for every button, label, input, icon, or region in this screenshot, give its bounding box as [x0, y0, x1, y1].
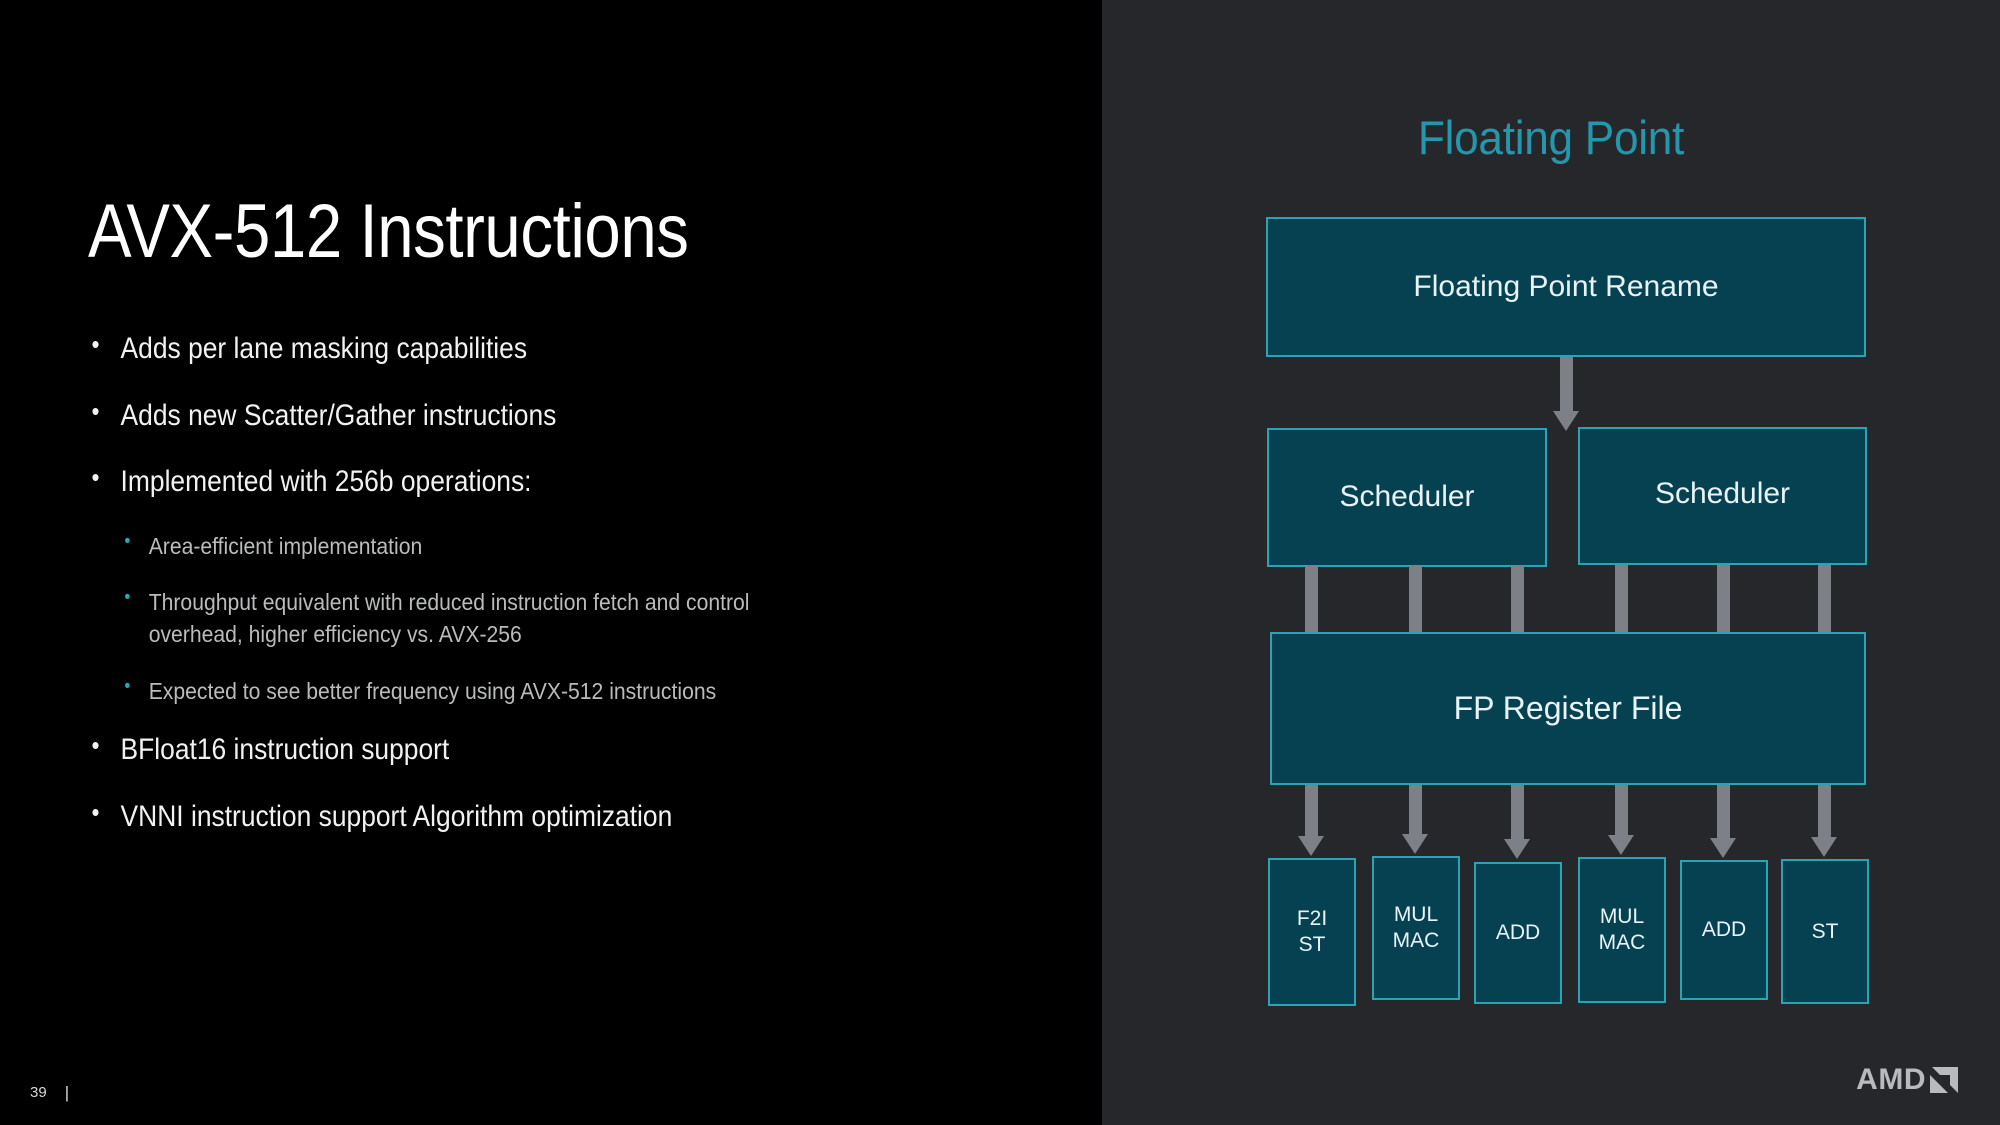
execution-unit-box: MUL MAC — [1372, 856, 1460, 1000]
scheduler-left-box: Scheduler — [1267, 428, 1547, 567]
execution-unit-box: F2I ST — [1268, 858, 1356, 1006]
execution-unit-label: ADD — [1496, 920, 1540, 946]
connector-regfile-to-eu — [1818, 785, 1831, 839]
scheduler-left-label: Scheduler — [1339, 480, 1475, 514]
arrowhead-regfile-to-eu — [1811, 837, 1837, 857]
left-content-panel: AVX-512 Instructions Adds per lane maski… — [0, 0, 1102, 1125]
amd-wordmark: AMD — [1856, 1063, 1926, 1096]
arrowhead-regfile-to-eu — [1710, 838, 1736, 858]
connector-regfile-to-eu — [1409, 785, 1422, 836]
arrowhead-regfile-to-eu — [1298, 836, 1324, 856]
bullet-item: BFloat16 instruction support — [88, 729, 933, 769]
execution-unit-line1: ST — [1811, 919, 1839, 943]
fp-register-file-label: FP Register File — [1453, 689, 1683, 726]
page-number: 39 — [30, 1084, 47, 1101]
execution-unit-label: ADD — [1702, 917, 1746, 943]
arrowhead-regfile-to-eu — [1608, 835, 1634, 855]
sub-bullet-item: Area-efficient implementation — [119, 528, 833, 562]
bullet-item: Adds new Scatter/Gather instructions — [88, 395, 933, 435]
bullet-item: VNNI instruction support Algorithm optim… — [88, 796, 933, 836]
bullet-item: Implemented with 256b operations: — [88, 461, 933, 501]
execution-unit-label: F2I ST — [1297, 906, 1327, 957]
execution-unit-label: MUL MAC — [1599, 904, 1646, 955]
arrowhead-rename-to-scheduler — [1553, 411, 1579, 431]
footer-separator: | — [64, 1083, 70, 1102]
amd-arrow-icon — [1930, 1067, 1958, 1093]
execution-unit-label: ST — [1812, 919, 1839, 945]
connector-scheduler-to-regfile — [1409, 566, 1422, 634]
connector-regfile-to-eu — [1615, 785, 1628, 837]
execution-unit-line2: MAC — [1598, 931, 1646, 954]
bullet-item: Adds per lane masking capabilities — [88, 328, 933, 368]
sub-bullet-item: Expected to see better frequency using A… — [119, 674, 833, 707]
arrowhead-regfile-to-eu — [1504, 839, 1530, 859]
execution-unit-box: ST — [1781, 859, 1869, 1004]
diagram-heading: Floating Point — [1417, 111, 1685, 164]
arrowhead-regfile-to-eu — [1402, 834, 1428, 854]
slide-canvas: AVX-512 Instructions Adds per lane maski… — [0, 0, 2000, 1125]
connector-regfile-to-eu — [1717, 785, 1730, 840]
amd-logo: AMD — [1856, 1065, 1960, 1095]
connector-scheduler-to-regfile — [1305, 566, 1318, 634]
scheduler-right-box: Scheduler — [1578, 427, 1867, 565]
fp-register-file-box: FP Register File — [1270, 632, 1866, 785]
execution-unit-line1: MUL — [1599, 905, 1645, 929]
connector-regfile-to-eu — [1511, 785, 1524, 841]
execution-unit-label: MUL MAC — [1393, 902, 1440, 953]
execution-unit-line2: ST — [1298, 933, 1326, 956]
connector-scheduler-to-regfile — [1717, 565, 1730, 634]
sub-bullet-item: Throughput equivalent with reduced instr… — [119, 585, 833, 651]
connector-scheduler-to-regfile — [1818, 565, 1831, 634]
execution-unit-line1: ADD — [1495, 921, 1541, 945]
sub-bullet-list: Area-efficient implementation Throughput… — [88, 528, 1048, 708]
floating-point-rename-label: Floating Point Rename — [1413, 269, 1719, 303]
connector-regfile-to-eu — [1305, 785, 1318, 838]
execution-unit-line1: ADD — [1701, 918, 1747, 942]
connector-rename-to-scheduler — [1560, 357, 1573, 414]
execution-unit-box: MUL MAC — [1578, 857, 1666, 1003]
floating-point-rename-box: Floating Point Rename — [1266, 217, 1866, 357]
execution-unit-line1: F2I — [1296, 907, 1328, 931]
page-title: AVX-512 Instructions — [88, 189, 689, 274]
execution-unit-line2: MAC — [1392, 929, 1440, 952]
scheduler-right-label: Scheduler — [1654, 476, 1791, 510]
execution-unit-line1: MUL — [1393, 903, 1439, 927]
slide-footer: 39 | — [30, 1084, 69, 1101]
bullet-list: Adds per lane masking capabilities Adds … — [88, 328, 1048, 864]
connector-scheduler-to-regfile — [1615, 565, 1628, 634]
connector-scheduler-to-regfile — [1511, 566, 1524, 634]
execution-unit-box: ADD — [1474, 862, 1562, 1004]
execution-unit-box: ADD — [1680, 860, 1768, 1000]
